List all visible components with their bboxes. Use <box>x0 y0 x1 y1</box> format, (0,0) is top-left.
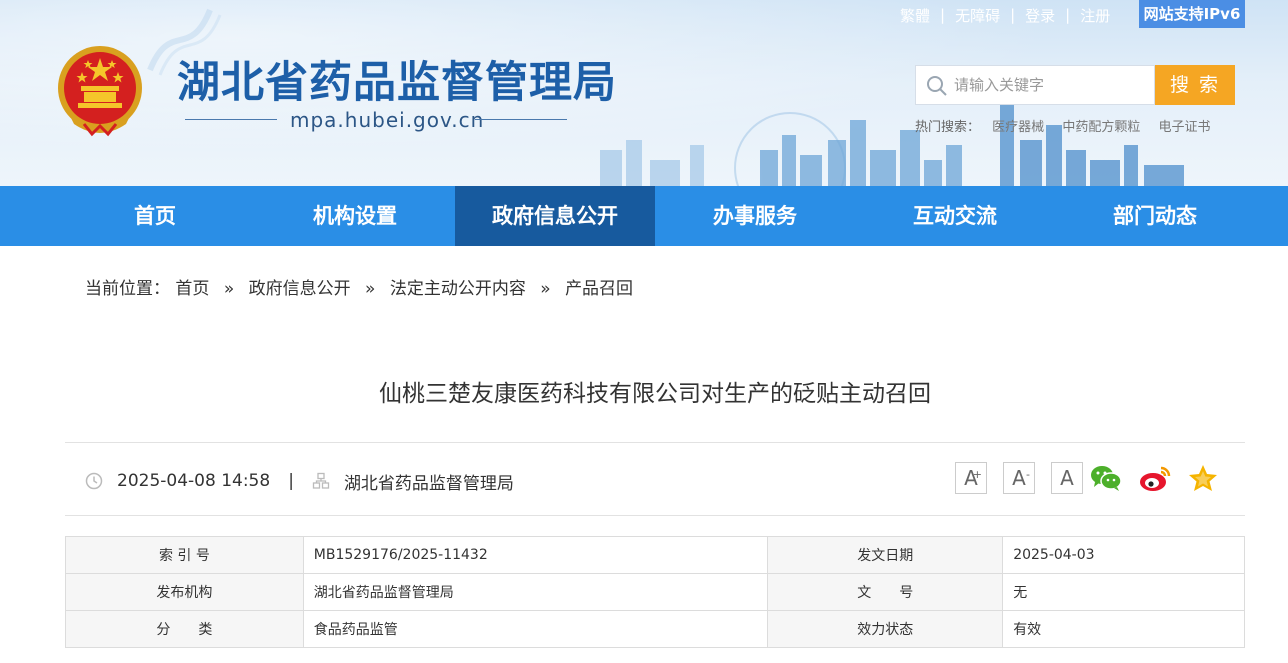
font-button-sup: - <box>1026 468 1030 481</box>
main-nav: 首页 机构设置 政府信息公开 办事服务 互动交流 部门动态 <box>0 186 1288 246</box>
search-button[interactable]: 搜 索 <box>1155 65 1235 105</box>
hot-search-item[interactable]: 电子证书 <box>1158 120 1210 135</box>
info-value: MB1529176/2025-11432 <box>302 536 769 574</box>
publish-datetime: 2025-04-08 14:58 <box>117 471 271 491</box>
top-link-login[interactable]: 登录 <box>1025 5 1055 26</box>
breadcrumb-item-statutory[interactable]: 法定主动公开内容 <box>390 279 526 299</box>
site-domain: mpa.hubei.gov.cn <box>290 108 485 132</box>
document-info-table: 索 引 号 MB1529176/2025-11432 发文日期 2025-04-… <box>65 536 1245 648</box>
search-icon <box>927 76 947 96</box>
hot-search-item[interactable]: 医疗器械 <box>992 120 1044 135</box>
wechat-icon[interactable] <box>1089 463 1123 493</box>
favorite-star-icon[interactable] <box>1186 463 1220 493</box>
site-header: 湖北省药品监督管理局 mpa.hubei.gov.cn 繁體 | 无障碍 | 登… <box>0 0 1288 186</box>
nav-item-interaction[interactable]: 互动交流 <box>855 186 1055 246</box>
meta-divider: | <box>288 471 294 491</box>
article-title: 仙桃三楚友康医药科技有限公司对生产的砭贴主动召回 <box>379 381 931 407</box>
breadcrumb-separator: » <box>540 279 551 299</box>
domain-divider-right <box>475 119 567 120</box>
font-button-label: A <box>1060 466 1074 490</box>
font-size-controls: A + A- A <box>955 462 1099 494</box>
search-input[interactable] <box>954 66 1152 104</box>
info-label: 发布机构 <box>65 573 304 611</box>
top-link-register[interactable]: 注册 <box>1080 5 1110 26</box>
emblem-icon <box>58 46 142 137</box>
breadcrumb: 当前位置： 首页 » 政府信息公开 » 法定主动公开内容 » 产品召回 <box>85 274 633 299</box>
table-row: 索 引 号 MB1529176/2025-11432 发文日期 2025-04-… <box>65 536 1245 574</box>
top-link-separator: | <box>940 6 946 24</box>
top-link-separator: | <box>1065 6 1071 24</box>
table-row: 发布机构 湖北省药品监督管理局 文 号 无 <box>65 573 1245 611</box>
hot-search: 热门搜索： 医疗器械 中药配方颗粒 电子证书 <box>915 116 1224 135</box>
weibo-icon[interactable] <box>1138 463 1172 493</box>
nav-item-organization[interactable]: 机构设置 <box>255 186 455 246</box>
meta-divider-line <box>65 515 1245 516</box>
font-increase-button[interactable]: A + <box>955 462 987 494</box>
table-row: 分 类 食品药品监管 效力状态 有效 <box>65 610 1245 648</box>
info-value: 湖北省药品监督管理局 <box>302 573 769 611</box>
info-label: 文 号 <box>767 573 1004 611</box>
hot-search-item[interactable]: 中药配方颗粒 <box>1062 120 1140 135</box>
hot-search-label: 热门搜索： <box>915 120 981 135</box>
title-divider <box>65 442 1245 443</box>
publisher: 湖北省药品监督管理局 <box>343 473 514 494</box>
article-meta: 2025-04-08 14:58 | 湖北省药品监督管理局 <box>85 466 514 496</box>
site-domain-row: mpa.hubei.gov.cn <box>185 106 575 134</box>
domain-divider-left <box>185 119 277 120</box>
org-icon <box>312 472 330 489</box>
info-label: 效力状态 <box>767 610 1004 648</box>
info-value: 食品药品监管 <box>302 610 769 648</box>
top-links: 繁體 | 无障碍 | 登录 | 注册 <box>900 4 1110 26</box>
site-title: 湖北省药品监督管理局 <box>177 58 617 108</box>
breadcrumb-item-gov-info[interactable]: 政府信息公开 <box>249 279 351 299</box>
breadcrumb-item-recall[interactable]: 产品召回 <box>565 279 633 299</box>
top-link-separator: | <box>1010 6 1016 24</box>
breadcrumb-item-home[interactable]: 首页 <box>175 279 209 299</box>
info-label: 索 引 号 <box>65 536 304 574</box>
nav-item-services[interactable]: 办事服务 <box>655 186 855 246</box>
ipv6-badge: 网站支持IPv6 <box>1139 0 1245 28</box>
breadcrumb-separator: » <box>365 279 376 299</box>
font-reset-button[interactable]: A <box>1051 462 1083 494</box>
breadcrumb-label: 当前位置： <box>85 279 170 299</box>
nav-item-home[interactable]: 首页 <box>55 186 255 246</box>
font-button-sup: + <box>972 468 982 481</box>
info-value: 2025-04-03 <box>1002 536 1245 574</box>
nav-item-department-news[interactable]: 部门动态 <box>1055 186 1255 246</box>
info-value: 无 <box>1002 573 1245 611</box>
breadcrumb-separator: » <box>223 279 235 299</box>
top-link-accessibility[interactable]: 无障碍 <box>955 5 1000 26</box>
font-button-label: A <box>1012 466 1026 490</box>
info-label: 分 类 <box>65 610 304 648</box>
clock-icon <box>85 472 103 490</box>
info-value: 有效 <box>1002 610 1245 648</box>
search-box <box>915 65 1155 105</box>
font-decrease-button[interactable]: A- <box>1003 462 1035 494</box>
nav-item-gov-info[interactable]: 政府信息公开 <box>455 186 655 246</box>
info-label: 发文日期 <box>767 536 1004 574</box>
top-link-traditional[interactable]: 繁體 <box>900 5 930 26</box>
